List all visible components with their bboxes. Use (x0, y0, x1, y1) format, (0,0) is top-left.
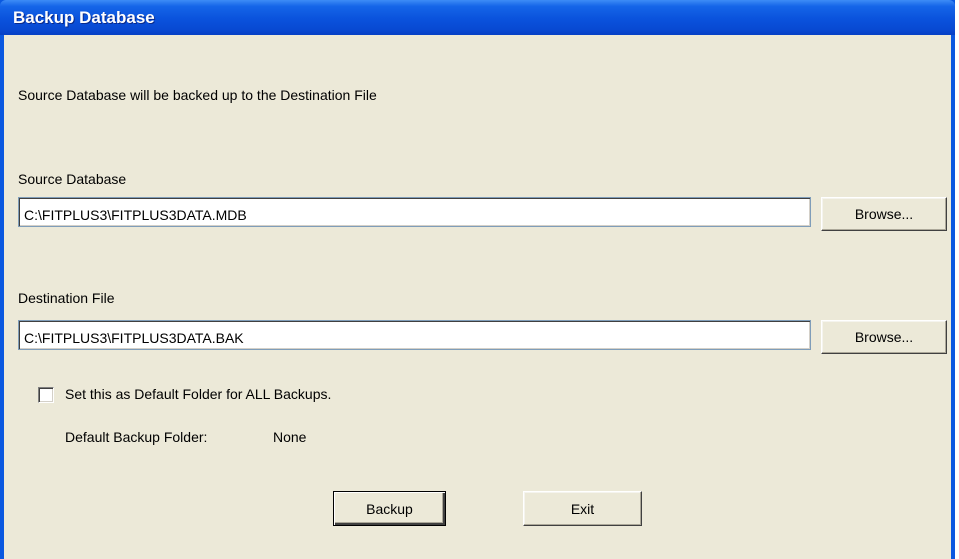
source-browse-button[interactable]: Browse... (821, 197, 947, 231)
title-bar[interactable]: Backup Database (0, 0, 955, 35)
source-database-label: Source Database (18, 171, 127, 187)
default-folder-checkbox[interactable] (38, 387, 54, 403)
default-backup-folder-value: None (273, 429, 307, 445)
default-backup-folder-label: Default Backup Folder: (65, 429, 208, 445)
backup-database-dialog: Backup Database Source Database will be … (0, 0, 955, 559)
destination-browse-button[interactable]: Browse... (821, 320, 947, 354)
destination-file-label: Destination File (18, 290, 115, 306)
window-title: Backup Database (13, 8, 155, 27)
dialog-body: Source Database will be backed up to the… (4, 35, 951, 559)
source-database-input[interactable] (18, 197, 811, 227)
destination-file-input[interactable] (18, 320, 811, 350)
exit-button[interactable]: Exit (523, 491, 642, 526)
default-folder-checkbox-label[interactable]: Set this as Default Folder for ALL Backu… (65, 386, 331, 402)
intro-text: Source Database will be backed up to the… (18, 87, 377, 103)
backup-button[interactable]: Backup (333, 491, 446, 526)
